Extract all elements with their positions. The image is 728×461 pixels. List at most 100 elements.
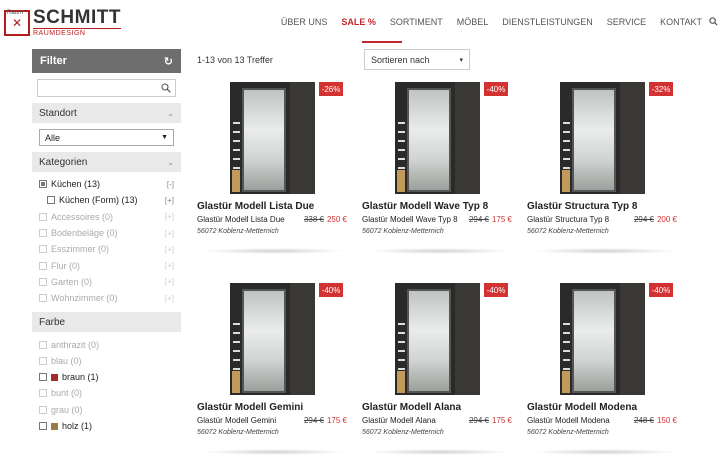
expand-toggle[interactable]: [+]	[165, 294, 174, 303]
sale-price: 175 €	[491, 215, 512, 224]
checkbox[interactable]	[39, 405, 47, 414]
product-title[interactable]: Glastür Modell Gemini	[197, 402, 303, 413]
product-image[interactable]	[230, 283, 315, 395]
category-item[interactable]: Küchen (13) [-]	[39, 176, 174, 192]
old-price: 338 €	[303, 215, 324, 224]
sale-price: 175 €	[491, 416, 512, 425]
product-image[interactable]	[560, 82, 645, 194]
checkbox[interactable]	[39, 294, 47, 303]
search-icon[interactable]	[709, 17, 718, 26]
category-item[interactable]: Garten (0) [+]	[39, 274, 174, 290]
old-price: 294 €	[633, 215, 654, 224]
color-filter-item[interactable]: braun (1)	[39, 369, 174, 385]
category-item[interactable]: Küchen (Form) (13) [+]	[39, 192, 174, 208]
nav-dienstleistungen[interactable]: DIENSTLEISTUNGEN	[502, 17, 593, 27]
checkbox[interactable]	[39, 212, 47, 221]
color-filter-item[interactable]: blau (0)	[39, 353, 174, 369]
farbe-section-header[interactable]: Farbe	[32, 312, 181, 333]
category-item[interactable]: Esszimmer (0) [+]	[39, 241, 174, 257]
standort-section-header[interactable]: Standort ⌄	[32, 103, 181, 123]
product-title[interactable]: Glastür Modell Wave Typ 8	[362, 201, 488, 212]
expand-toggle[interactable]: [+]	[165, 212, 174, 221]
kategorien-section-header[interactable]: Kategorien ⌄	[32, 152, 181, 172]
category-label: Garten (0)	[51, 276, 93, 287]
checkbox[interactable]	[39, 422, 47, 430]
nav-sale[interactable]: SALE %	[341, 17, 376, 27]
logo[interactable]: Raum ✕ SCHMITT RAUMDESIGN	[4, 8, 121, 37]
nav-ueber-uns[interactable]: ÜBER UNS	[281, 17, 328, 27]
expand-toggle[interactable]: [+]	[165, 261, 174, 270]
filter-header: Filter ↻	[32, 49, 181, 73]
product-location: 56072 Koblenz-Metternich	[197, 228, 279, 235]
checkbox[interactable]	[39, 373, 47, 382]
checkbox[interactable]	[39, 261, 47, 270]
expand-toggle[interactable]: [+]	[165, 277, 174, 286]
refresh-icon[interactable]: ↻	[164, 55, 173, 68]
product-card[interactable]: -40% Glastür Modell Gemini Glastür Modell …	[197, 283, 352, 461]
category-label: Flur (0)	[51, 260, 80, 271]
category-item[interactable]: Wohnzimmer (0) [+]	[39, 290, 174, 306]
product-card[interactable]: -26% Glastür Modell Lista Due Glastür Mode…	[197, 82, 352, 260]
category-item[interactable]: Accessoires (0) [+]	[39, 209, 174, 225]
color-label: bunt (0)	[51, 388, 83, 399]
checkbox[interactable]	[39, 277, 47, 286]
product-card[interactable]: -40% Glastür Modell Modena Glastür Modell …	[527, 283, 682, 461]
old-price: 294 €	[468, 416, 489, 425]
nav-service[interactable]: SERVICE	[607, 17, 646, 27]
product-image[interactable]	[230, 82, 315, 194]
chevron-down-icon: ⌄	[167, 108, 174, 118]
product-image[interactable]	[395, 283, 480, 395]
category-label: Küchen (13)	[51, 179, 101, 190]
checkbox[interactable]	[39, 389, 47, 398]
category-item[interactable]: Bodenbeläge (0) [+]	[39, 225, 174, 241]
chevron-down-icon: ▾	[459, 56, 463, 64]
expand-toggle[interactable]: [+]	[165, 196, 174, 205]
standort-select[interactable]: Alle ▼	[39, 129, 174, 146]
product-card[interactable]: -40% Glastür Modell Wave Typ 8 Glastür Mod…	[362, 82, 517, 260]
logo-small-text: Raum	[7, 9, 24, 16]
old-price: 248 €	[633, 416, 654, 425]
nav-kontakt[interactable]: KONTAKT	[660, 17, 702, 27]
product-title[interactable]: Glastür Modell Lista Due	[197, 201, 314, 212]
product-image[interactable]	[560, 283, 645, 395]
nav-moebel[interactable]: MÖBEL	[457, 17, 489, 27]
color-filter-item[interactable]: holz (1)	[39, 418, 174, 434]
standort-value: Alle	[45, 132, 61, 143]
product-price: 338 €250 €	[304, 215, 347, 224]
checkbox[interactable]	[47, 196, 55, 205]
category-item[interactable]: Flur (0) [+]	[39, 257, 174, 273]
color-filter-item[interactable]: bunt (0)	[39, 385, 174, 401]
checkbox[interactable]	[39, 180, 47, 189]
nav-active-underline	[362, 41, 402, 43]
nav-sortiment[interactable]: SORTIMENT	[390, 17, 443, 27]
color-filter-item[interactable]: grau (0)	[39, 402, 174, 418]
product-card[interactable]: -32% Glastür Structura Typ 8 Glastür Struc…	[527, 82, 682, 260]
checkbox[interactable]	[39, 356, 47, 365]
checkbox[interactable]	[39, 229, 47, 238]
filter-title: Filter	[40, 55, 67, 67]
product-title[interactable]: Glastür Structura Typ 8	[527, 201, 637, 212]
product-location: 56072 Koblenz-Metternich	[527, 228, 609, 235]
product-title[interactable]: Glastür Modell Alana	[362, 402, 461, 413]
product-title[interactable]: Glastür Modell Modena	[527, 402, 637, 413]
product-card[interactable]: -40% Glastür Modell Alana Glastür Modell A…	[362, 283, 517, 461]
standort-title: Standort	[39, 107, 77, 119]
color-filter-item[interactable]: anthrazit (0)	[39, 336, 174, 352]
logo-subtitle: RAUMDESIGN	[33, 28, 121, 37]
old-price: 294 €	[303, 416, 324, 425]
expand-toggle[interactable]: [+]	[165, 245, 174, 254]
sort-select[interactable]: Sortieren nach ▾	[364, 49, 470, 70]
product-image[interactable]	[395, 82, 480, 194]
product-location: 56072 Koblenz-Metternich	[362, 429, 444, 436]
expand-toggle[interactable]: [-]	[167, 180, 174, 189]
logo-name: SCHMITT	[33, 7, 121, 28]
search-icon[interactable]	[161, 83, 171, 93]
checkbox[interactable]	[39, 245, 47, 254]
kategorien-list: Küchen (13) [-] Küchen (Form) (13) [+] Acces…	[32, 172, 181, 306]
expand-toggle[interactable]: [+]	[165, 229, 174, 238]
dropdown-arrow-icon: ▼	[161, 134, 168, 141]
category-label: Bodenbeläge (0)	[51, 228, 118, 239]
filter-search-input[interactable]	[37, 79, 176, 97]
checkbox[interactable]	[39, 340, 47, 349]
color-swatch	[51, 422, 58, 430]
